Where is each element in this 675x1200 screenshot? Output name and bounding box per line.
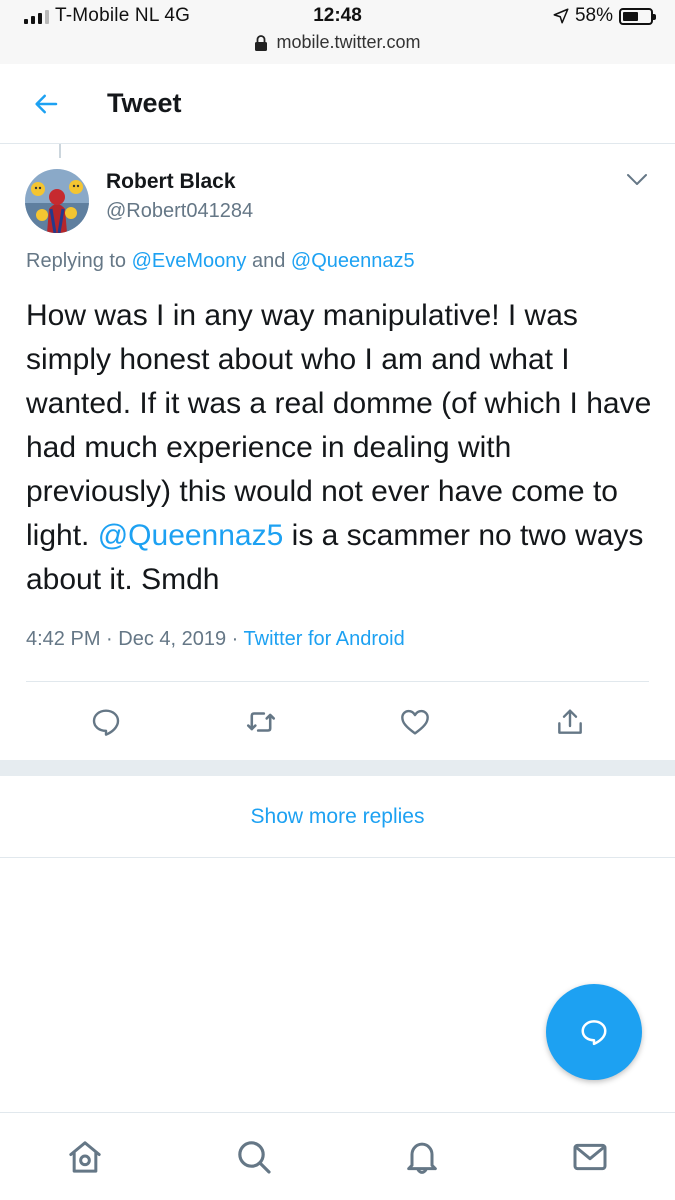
thread-line xyxy=(59,144,61,158)
search-icon xyxy=(238,1141,271,1174)
status-right: 58% xyxy=(552,5,656,27)
tweet-menu-button[interactable] xyxy=(624,170,650,190)
url-text: mobile.twitter.com xyxy=(276,32,421,52)
retweet-button[interactable] xyxy=(239,700,283,744)
replying-to: Replying to @EveMoony and @Queennaz5 xyxy=(26,250,415,273)
nav-messages[interactable] xyxy=(566,1133,614,1181)
lock-icon xyxy=(255,34,268,51)
home-icon xyxy=(69,1141,101,1173)
mention-link[interactable]: @Queennaz5 xyxy=(98,519,284,552)
replying-conjunction: and xyxy=(246,250,291,272)
tweet-actions xyxy=(0,700,675,744)
tweet-source-link[interactable]: Twitter for Android xyxy=(244,628,405,650)
bottom-navigation xyxy=(0,1112,675,1200)
avatar[interactable] xyxy=(25,169,89,233)
location-arrow-icon xyxy=(553,8,569,24)
divider xyxy=(26,681,649,682)
replying-prefix: Replying to xyxy=(26,250,132,272)
bell-icon xyxy=(407,1142,437,1174)
retweet-icon xyxy=(246,712,276,732)
author-handle[interactable]: @Robert041284 xyxy=(106,200,253,223)
battery-icon xyxy=(619,7,656,25)
chevron-down-icon xyxy=(627,174,647,185)
battery-fill xyxy=(623,11,639,21)
battery-percent: 58% xyxy=(574,5,613,26)
share-button[interactable] xyxy=(548,700,592,744)
compose-reply-button[interactable] xyxy=(546,984,642,1080)
meta-separator: · xyxy=(100,628,119,650)
like-button[interactable] xyxy=(393,700,437,744)
section-gap xyxy=(0,760,675,776)
mail-icon xyxy=(573,1143,607,1171)
reply-icon xyxy=(581,1020,607,1046)
show-more-replies-button[interactable]: Show more replies xyxy=(0,776,675,858)
meta-separator: · xyxy=(226,628,244,650)
author-name[interactable]: Robert Black xyxy=(106,170,236,194)
tweet-meta: 4:42 PM · Dec 4, 2019 · Twitter for Andr… xyxy=(26,628,405,651)
nav-home[interactable] xyxy=(61,1133,109,1181)
tweet-text-part: How was I in any way manipulative! I was… xyxy=(26,299,652,552)
reply-icon xyxy=(92,709,120,736)
nav-search[interactable] xyxy=(230,1133,278,1181)
avatar-image xyxy=(25,169,89,233)
status-bar: T-Mobile NL 4G 12:48 58% mobile.twitter.… xyxy=(0,0,675,64)
mention-link[interactable]: @EveMoony xyxy=(132,250,247,272)
reply-button[interactable] xyxy=(84,700,128,744)
heart-icon xyxy=(401,709,429,735)
tweet-date: Dec 4, 2019 xyxy=(118,628,227,650)
url-bar[interactable]: mobile.twitter.com xyxy=(0,32,675,53)
tweet-text: How was I in any way manipulative! I was… xyxy=(26,294,656,602)
mention-link[interactable]: @Queennaz5 xyxy=(291,250,415,272)
tweet-time: 4:42 PM xyxy=(26,628,101,650)
page-title: Tweet xyxy=(107,88,182,118)
share-icon xyxy=(558,709,582,734)
back-button[interactable] xyxy=(26,84,66,124)
arrow-left-icon xyxy=(35,94,58,114)
page-header: Tweet xyxy=(0,64,675,144)
nav-notifications[interactable] xyxy=(398,1133,446,1181)
